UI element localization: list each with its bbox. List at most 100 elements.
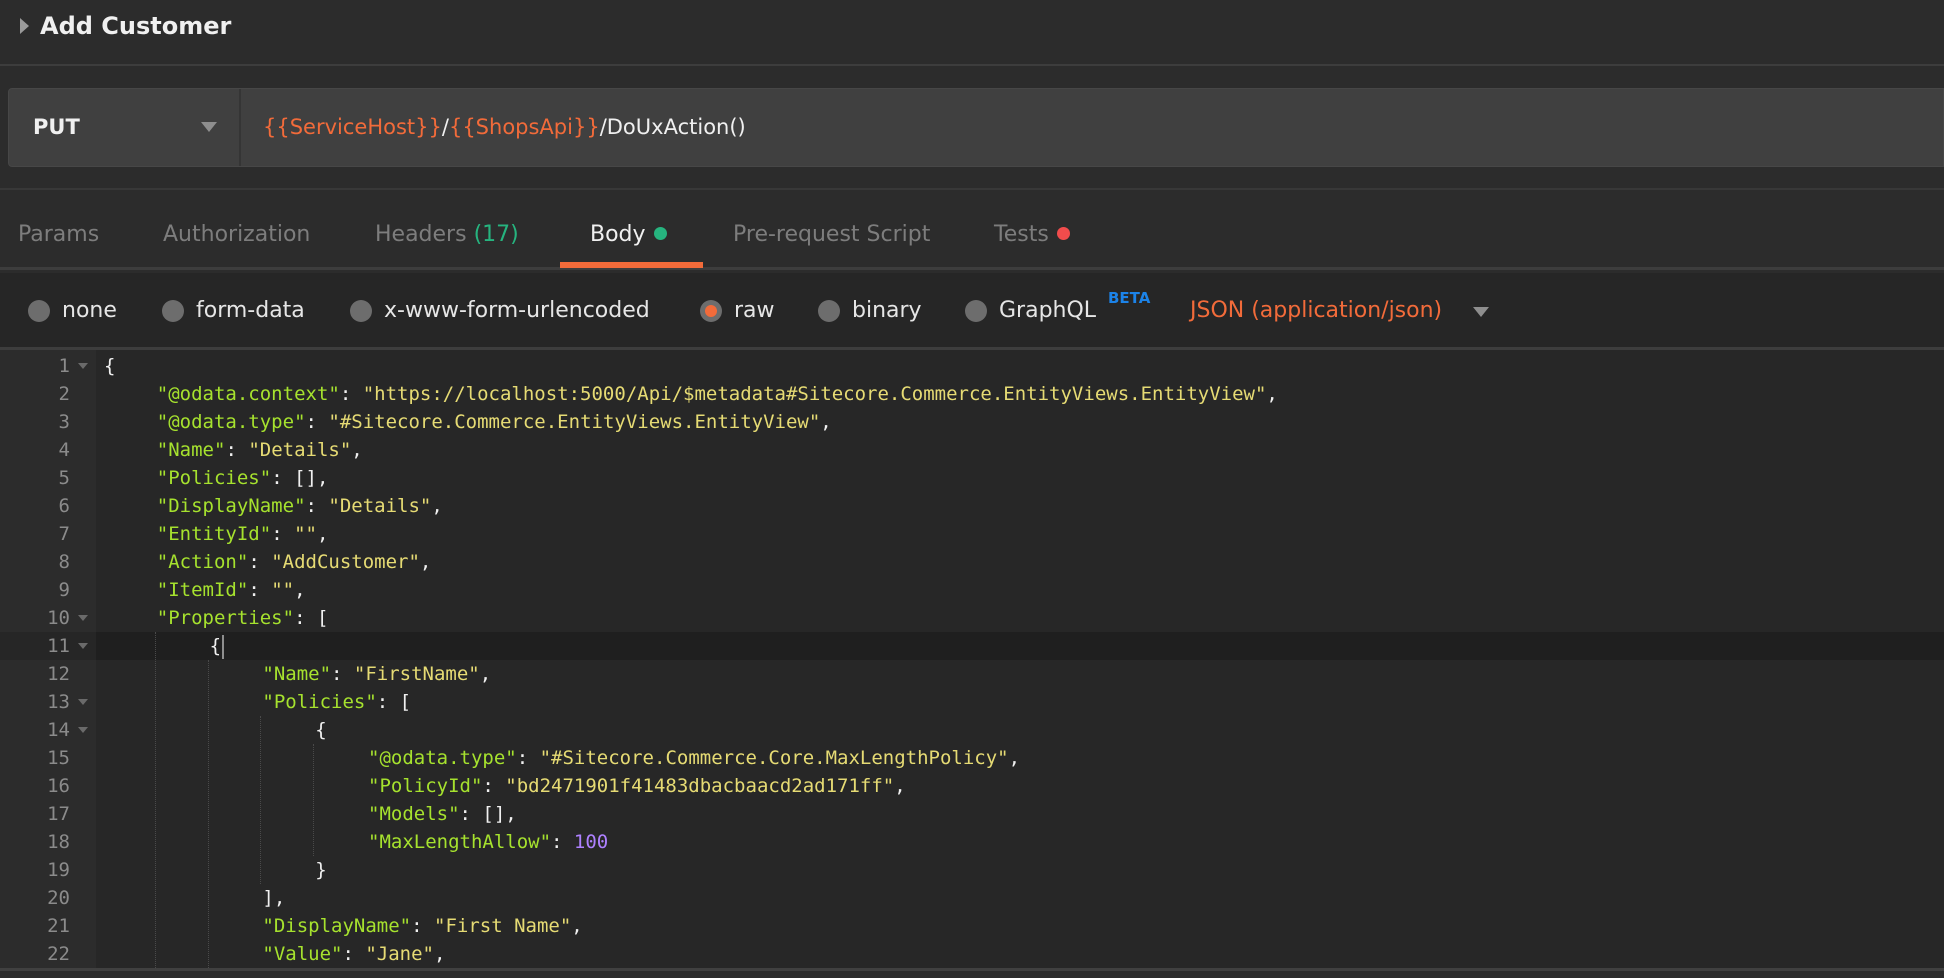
line-number-cell: 20 xyxy=(0,884,96,912)
json-punctuation: ], xyxy=(262,887,286,909)
radio-button-icon xyxy=(818,300,840,322)
code-line[interactable]: 7 "EntityId": "", xyxy=(0,520,1944,548)
url-bar: PUT {{ServiceHost}}/{{ShopsApi}}/DoUxAct… xyxy=(8,88,1944,167)
json-punctuation: : xyxy=(305,495,329,517)
json-key: "@odata.type" xyxy=(156,411,306,433)
url-variable-shops-api: {{ShopsApi}} xyxy=(448,115,600,139)
json-key: "PolicyId" xyxy=(368,775,483,797)
code-line[interactable]: 21 "DisplayName": "First Name", xyxy=(0,912,1944,940)
text-cursor xyxy=(222,634,225,659)
code-line[interactable]: 13 "Policies": [ xyxy=(0,688,1944,716)
code-line[interactable]: 2 "@odata.context": "https://localhost:50… xyxy=(0,380,1944,408)
code-line[interactable]: 11 { xyxy=(0,632,1944,660)
json-punctuation: : xyxy=(305,411,329,433)
chevron-down-icon[interactable] xyxy=(1473,307,1489,317)
code-line[interactable]: 12 "Name": "FirstName", xyxy=(0,660,1944,688)
json-punctuation: , xyxy=(894,775,906,797)
code-text: "Name": "FirstName", xyxy=(262,660,491,688)
radio-label: form-data xyxy=(196,298,305,323)
json-string: "Details" xyxy=(248,439,352,461)
tab-body[interactable]: Body xyxy=(590,220,667,250)
code-line[interactable]: 10 "Properties": [ xyxy=(0,604,1944,632)
json-key: "Policies" xyxy=(156,467,272,489)
code-text: { xyxy=(210,632,225,660)
code-line[interactable]: 5 "Policies": [], xyxy=(0,464,1944,492)
json-string: "First Name" xyxy=(434,915,572,937)
json-punctuation: : xyxy=(516,747,540,769)
code-text: "Name": "Details", xyxy=(157,436,363,464)
fold-arrow-icon[interactable] xyxy=(78,643,88,649)
code-text: } xyxy=(315,856,326,884)
json-punctuation: , xyxy=(434,943,446,965)
json-key: "@odata.context" xyxy=(156,383,340,405)
tab-headers[interactable]: Headers (17) xyxy=(375,220,519,250)
json-punctuation: : xyxy=(248,579,272,601)
json-string: "#Sitecore.Commerce.Core.MaxLengthPolicy… xyxy=(539,747,1009,769)
code-line[interactable]: 18 "MaxLengthAllow": 100 xyxy=(0,828,1944,856)
method-select[interactable]: PUT xyxy=(9,89,241,166)
tab-label: Params xyxy=(18,222,100,247)
radio-button-selected-icon xyxy=(700,300,722,322)
tab-pre-request-script[interactable]: Pre-request Script xyxy=(733,220,930,250)
fold-arrow-icon[interactable] xyxy=(78,363,88,369)
code-line[interactable]: 8 "Action": "AddCustomer", xyxy=(0,548,1944,576)
fold-arrow-icon[interactable] xyxy=(78,727,88,733)
json-punctuation: : [], xyxy=(271,467,329,489)
json-punctuation: : xyxy=(411,915,434,937)
url-bar-container: PUT {{ServiceHost}}/{{ShopsApi}}/DoUxAct… xyxy=(0,66,1944,190)
line-number-cell: 1 xyxy=(0,352,96,380)
code-line[interactable]: 4 "Name": "Details", xyxy=(0,436,1944,464)
line-number: 21 xyxy=(47,915,70,937)
json-punctuation: : [ xyxy=(294,607,329,629)
line-number-cell: 21 xyxy=(0,912,96,940)
headers-count-badge: (17) xyxy=(473,222,519,247)
line-number: 11 xyxy=(47,635,70,657)
json-punctuation: { xyxy=(315,719,327,741)
code-line[interactable]: 14 { xyxy=(0,716,1944,744)
code-line[interactable]: 15 "@odata.type": "#Sitecore.Commerce.Cor… xyxy=(0,744,1944,772)
code-line[interactable]: 1{ xyxy=(0,352,1944,380)
code-editor[interactable]: 1{2 "@odata.context": "https://localhost:… xyxy=(0,350,1944,968)
expand-caret-icon[interactable] xyxy=(20,18,29,34)
fold-arrow-icon[interactable] xyxy=(78,615,88,621)
json-punctuation: : [ xyxy=(376,691,412,713)
json-punctuation: , xyxy=(571,915,583,937)
code-line[interactable]: 22 "Value": "Jane", xyxy=(0,940,1944,968)
code-line[interactable]: 9 "ItemId": "", xyxy=(0,576,1944,604)
tab-authorization[interactable]: Authorization xyxy=(163,220,310,250)
code-text: "ItemId": "", xyxy=(157,576,306,604)
line-number: 4 xyxy=(58,439,70,461)
tab-tests[interactable]: Tests xyxy=(994,220,1070,250)
line-number-cell: 7 xyxy=(0,520,96,548)
content-type-select[interactable]: JSON (application/json) xyxy=(1190,296,1442,326)
request-tabs: Params Authorization Headers (17) Body P… xyxy=(0,190,1944,270)
code-line[interactable]: 19} xyxy=(0,856,1944,884)
tab-params[interactable]: Params xyxy=(18,220,99,250)
line-number: 16 xyxy=(47,775,70,797)
line-number-cell: 4 xyxy=(0,436,96,464)
request-title[interactable]: Add Customer xyxy=(40,11,231,41)
line-number-cell: 17 xyxy=(0,800,96,828)
body-type-options: none form-data x-www-form-urlencoded raw… xyxy=(0,273,1944,350)
json-punctuation: : xyxy=(339,383,363,405)
url-input[interactable]: {{ServiceHost}}/{{ShopsApi}}/DoUxAction(… xyxy=(263,113,746,141)
line-number: 17 xyxy=(47,803,70,825)
panel-resize-handle[interactable] xyxy=(0,968,1944,978)
code-line[interactable]: 20], xyxy=(0,884,1944,912)
code-text: "Policies": [], xyxy=(157,464,329,492)
code-line[interactable]: 16 "PolicyId": "bd2471901f41483dbacbaacd2… xyxy=(0,772,1944,800)
json-key: "EntityId" xyxy=(156,523,272,545)
line-number: 5 xyxy=(58,467,70,489)
code-line[interactable]: 17 "Models": [], xyxy=(0,800,1944,828)
fold-arrow-icon[interactable] xyxy=(78,699,88,705)
indent-guide xyxy=(207,660,209,968)
json-punctuation: , xyxy=(419,551,432,573)
code-line[interactable]: 6 "DisplayName": "Details", xyxy=(0,492,1944,520)
tab-label: Authorization xyxy=(163,222,311,247)
json-key: "Properties" xyxy=(156,607,295,629)
json-string: "" xyxy=(271,579,295,601)
line-number-cell: 22 xyxy=(0,940,96,968)
line-number: 9 xyxy=(58,579,70,601)
code-line[interactable]: 3 "@odata.type": "#Sitecore.Commerce.Enti… xyxy=(0,408,1944,436)
line-number-cell: 2 xyxy=(0,380,96,408)
